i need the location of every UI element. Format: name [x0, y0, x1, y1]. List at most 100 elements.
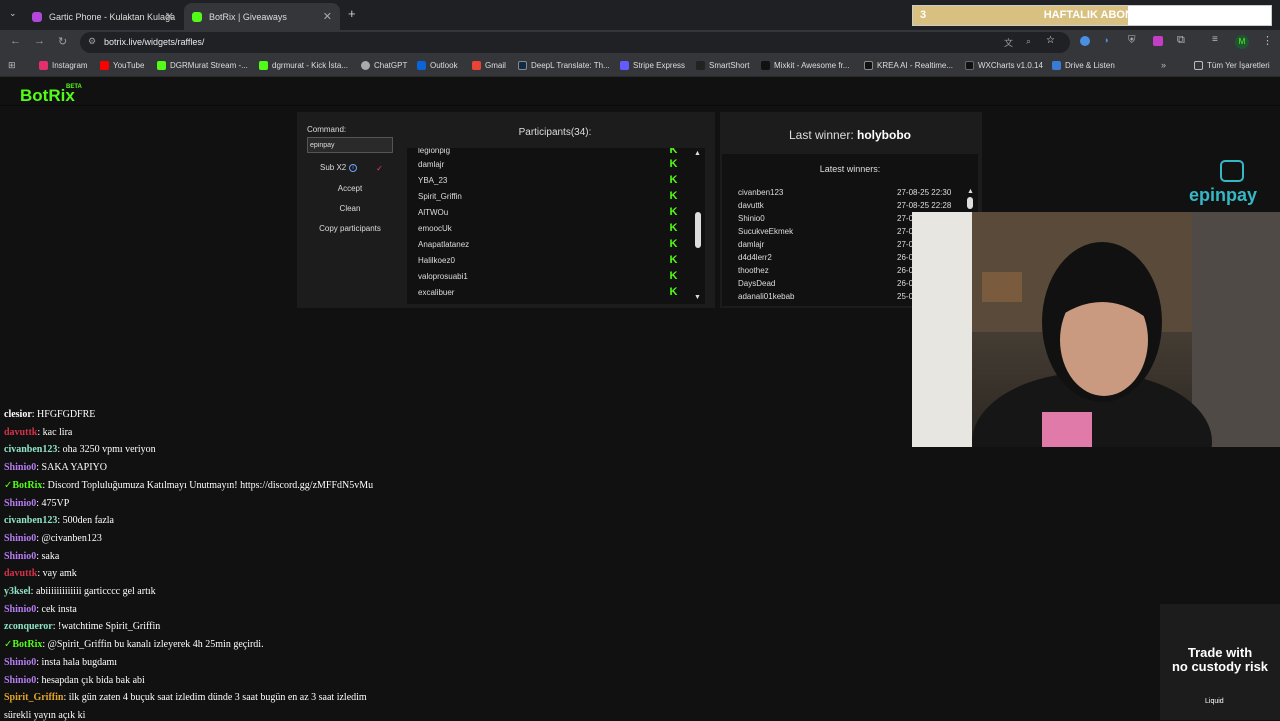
gmail-icon [472, 61, 481, 70]
outlook-icon [417, 61, 426, 70]
translate-icon[interactable]: 文 [1004, 36, 1013, 49]
beta-badge: BETA [66, 84, 82, 90]
close-icon[interactable]: ✕ [165, 10, 174, 23]
tab-gartic[interactable]: Gartic Phone - Kulaktan Kulağa ✕ [24, 3, 182, 30]
url-bar[interactable]: ⚙ botrix.live/widgets/raffles/ 文 ⌕ ☆ [80, 32, 1070, 53]
sub-x2-checkbox[interactable]: ✓ [375, 164, 384, 173]
back-icon[interactable]: ← [10, 35, 21, 47]
bookmark-deepl[interactable]: DeepL Translate: Th... [518, 61, 610, 70]
chat-username[interactable]: BotRix [12, 639, 42, 650]
epinpay-icon [1220, 160, 1244, 182]
webcam-feed [912, 212, 1280, 447]
chat-text: saka [41, 550, 60, 562]
bookmark-krea[interactable]: KREA AI - Realtime... [864, 61, 953, 70]
extension-icon[interactable]: ◗ [1104, 35, 1109, 45]
chat-username[interactable]: Shinio0 [4, 498, 36, 509]
bookmark-smartshort[interactable]: SmartShort [696, 61, 749, 70]
scroll-up-icon[interactable]: ▲ [967, 188, 974, 195]
chat-username[interactable]: Shinio0 [4, 604, 36, 615]
shield-icon[interactable]: ⛨ [1128, 35, 1136, 46]
chat-message: Shinio0: saka [4, 550, 60, 562]
kick-icon: K [669, 158, 678, 170]
accept-button[interactable]: Accept [307, 180, 393, 197]
chat-message: clesior: HFGFGDFRE [4, 409, 96, 420]
chat-username[interactable]: davuttk [4, 427, 37, 438]
bookmark-outlook[interactable]: Outlook [417, 61, 458, 70]
scroll-up-icon[interactable]: ▲ [694, 150, 701, 157]
forward-icon[interactable]: → [34, 35, 45, 47]
chat-username[interactable]: y3ksel [4, 586, 31, 597]
instagram-icon [39, 61, 48, 70]
bookmark-chatgpt[interactable]: ChatGPT [361, 61, 407, 70]
chat-text: oha 3250 vpmı veriyon [62, 444, 156, 456]
bookmark-dgrmurat-stream[interactable]: DGRMurat Stream -... [157, 61, 248, 70]
menu-icon[interactable]: ⋮ [1262, 34, 1273, 47]
new-tab-icon[interactable]: + [348, 6, 356, 21]
scroll-down-icon[interactable]: ▼ [694, 294, 701, 301]
extension-icon[interactable] [1153, 36, 1163, 46]
chat-message: Shinio0: cek insta [4, 603, 77, 615]
participant-name: damlajr [418, 160, 445, 169]
site-info-icon[interactable]: ⚙ [88, 36, 96, 47]
participant-name: Halilkoez0 [418, 256, 455, 265]
kick-icon: K [669, 174, 678, 186]
reload-icon[interactable]: ↻ [58, 35, 67, 48]
clean-button[interactable]: Clean [307, 200, 393, 217]
copy-participants-button[interactable]: Copy participants [307, 220, 393, 237]
chat-username[interactable]: civanben123 [4, 515, 57, 526]
scroll-thumb[interactable] [695, 212, 701, 248]
bookmark-wxcharts[interactable]: WXCharts v1.0.14 [965, 61, 1043, 70]
participant-name: Anapatlatanez [418, 240, 470, 249]
sub-x2-label: Sub X2 [320, 163, 347, 172]
apps-icon[interactable]: ⊞ [8, 60, 16, 71]
info-icon[interactable]: i [349, 164, 357, 172]
bookmark-star-icon[interactable]: ☆ [1046, 35, 1055, 46]
command-input[interactable] [307, 137, 393, 153]
bookmark-mixkit[interactable]: Mixkit - Awesome fr... [761, 61, 849, 70]
chat-username[interactable]: Spirit_Griffin [4, 692, 63, 703]
chat-text: hesapdan çık bida bak abi [41, 674, 145, 686]
chat-message: y3ksel: abiiiiiiiiiiiii garticccc gel ar… [4, 586, 156, 597]
bookmark-instagram[interactable]: Instagram [39, 61, 88, 70]
extension-icon[interactable] [1080, 36, 1090, 46]
chat-username[interactable]: Shinio0 [4, 551, 36, 562]
chat-username[interactable]: zconqueror [4, 621, 53, 632]
zoom-icon[interactable]: ⌕ [1026, 36, 1031, 47]
participants-scrollbar[interactable]: ▲ ▼ [694, 148, 702, 304]
chat-username[interactable]: Shinio0 [4, 533, 36, 544]
media-icon[interactable]: ≡ [1212, 34, 1218, 45]
ad-brand: Liquid [1205, 698, 1224, 705]
chat-username[interactable]: BotRix [12, 480, 42, 491]
latest-winners-header: Latest winners: [819, 164, 881, 174]
chat-username[interactable]: Shinio0 [4, 675, 36, 686]
chat-username[interactable]: Shinio0 [4, 462, 36, 473]
stripe-icon [620, 61, 629, 70]
chat-username[interactable]: clesior [4, 409, 32, 420]
avatar[interactable]: M [1235, 35, 1249, 49]
webcam-image [912, 212, 1280, 447]
chevron-right-icon[interactable]: » [1161, 60, 1166, 70]
puzzle-icon[interactable]: ⧉ [1177, 34, 1185, 47]
bookmark-kick[interactable]: dgrmurat - Kick İsta... [259, 61, 348, 70]
scroll-thumb[interactable] [967, 197, 973, 209]
all-bookmarks[interactable]: Tüm Yer İşaretleri [1194, 61, 1270, 70]
bookmark-stripe[interactable]: Stripe Express [620, 61, 685, 70]
chat-message: Shinio0: @civanben123 [4, 532, 102, 544]
list-item: Spirit_Griffin K [407, 189, 692, 205]
bookmark-gmail[interactable]: Gmail [472, 61, 506, 70]
chat-username[interactable]: civanben123 [4, 444, 57, 455]
close-icon[interactable]: ✕ [323, 10, 332, 23]
list-item: damlajr K [407, 157, 692, 173]
chat-username[interactable]: davuttk [4, 568, 37, 579]
ad-banner[interactable]: Trade with no custody risk Liquid [1160, 604, 1280, 720]
bookmark-youtube[interactable]: YouTube [100, 61, 144, 70]
chat-username[interactable]: Shinio0 [4, 657, 36, 668]
bookmark-drive-listen[interactable]: Drive & Listen [1052, 61, 1115, 70]
participants-list[interactable]: legionpig K damlajr K YBA_23 K Spirit_Griff… [407, 148, 705, 304]
participant-name: AlTWOu [418, 208, 449, 217]
chat-text: HFGFGDFRE [37, 409, 96, 420]
participant-name: Spirit_Griffin [418, 192, 462, 201]
chat-text: insta hala bugdamı [41, 656, 118, 668]
tab-search-icon[interactable]: ⌄ [9, 8, 17, 19]
tab-botrix[interactable]: BotRix | Giveaways ✕ [184, 3, 340, 30]
